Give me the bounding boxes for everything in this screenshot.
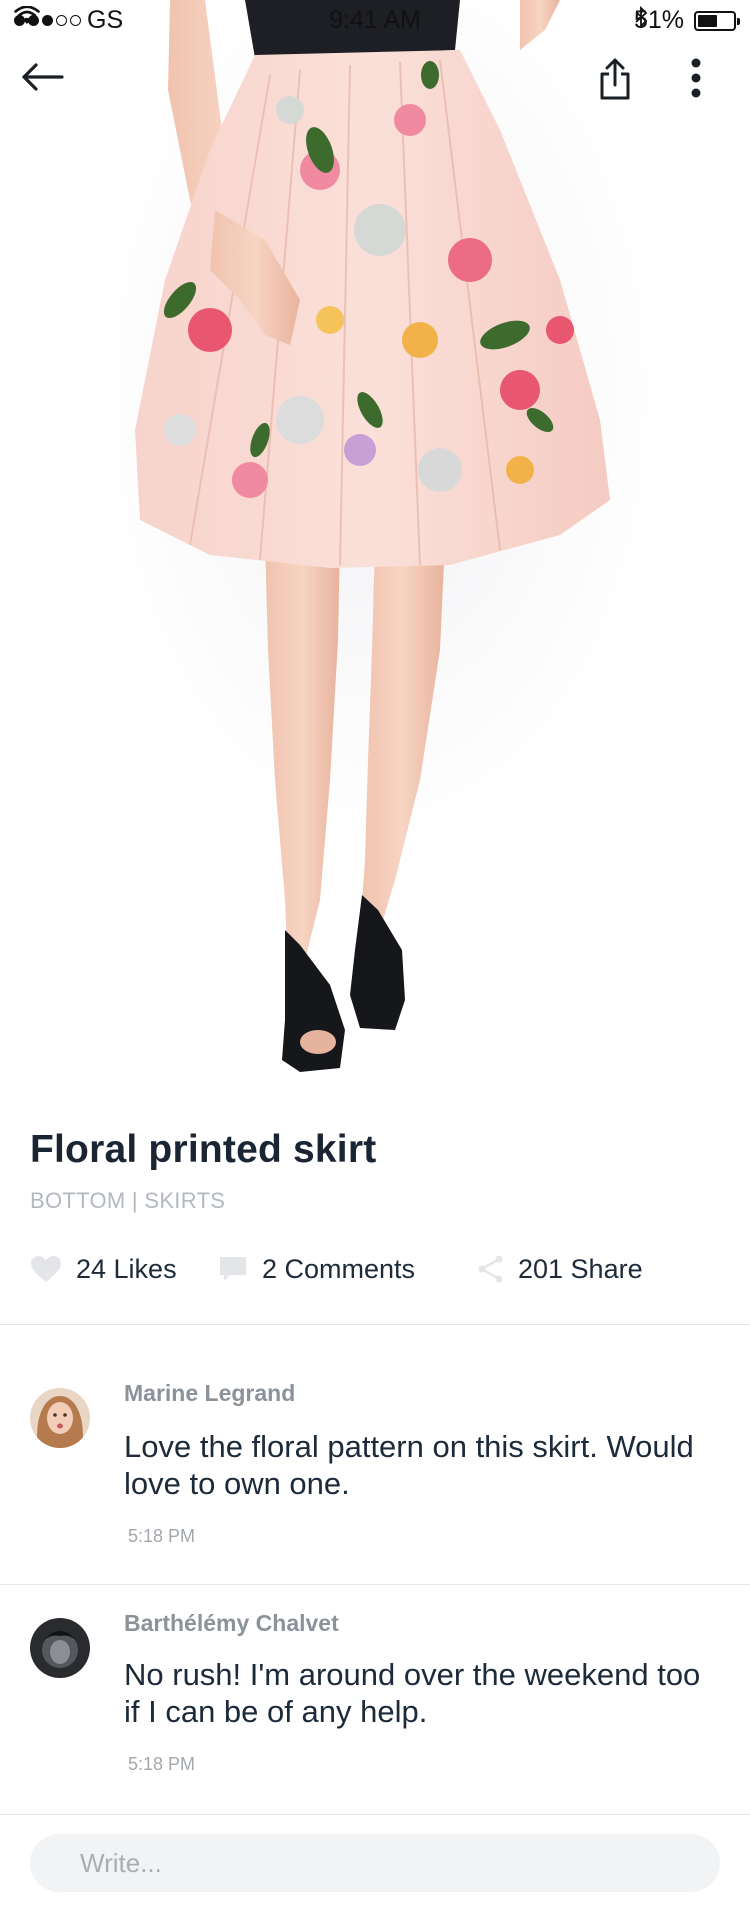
skirt-photo [50,0,710,1072]
product-category[interactable]: BOTTOM | SKIRTS [30,1188,225,1214]
comments-button[interactable]: 2 Comments [218,1248,415,1290]
comment-text: No rush! I'm around over the weekend too… [124,1657,701,1729]
share-nodes-icon [478,1255,503,1283]
avatar[interactable] [30,1618,90,1678]
engagement-stats: 24 Likes 2 Comments 201 Share [30,1248,730,1290]
shares-button[interactable]: 201 Share [478,1248,643,1290]
arrow-left-icon [22,63,64,91]
product-title: Floral printed skirt [30,1128,377,1171]
avatar-image [30,1618,90,1678]
product-image[interactable]: GS 9:41 AM 51% [0,0,750,1090]
back-button[interactable] [20,62,80,118]
share-button[interactable] [598,58,658,118]
comment-item: Barthélémy Chalvet No rush! I'm around o… [0,1584,750,1814]
divider [0,1814,750,1815]
comment-input[interactable] [30,1834,720,1892]
share-upload-icon [600,58,630,100]
avatar[interactable] [30,1388,90,1448]
heart-icon [31,1256,61,1282]
comment-author[interactable]: Marine Legrand [124,1380,295,1407]
comments-count: 2 Comments [262,1253,416,1284]
more-options-button[interactable] [690,58,740,118]
comment-item: Marine Legrand Love the floral pattern o… [0,1324,750,1584]
bluetooth-icon [635,6,648,28]
likes-button[interactable]: 24 Likes [30,1248,177,1290]
comment-text: Love the floral pattern on this skirt. W… [124,1429,694,1501]
comment-bubble-icon [220,1257,246,1281]
status-bar: GS 9:41 AM 51% [0,0,750,40]
comment-timestamp: 5:18 PM [128,1754,196,1774]
comment-timestamp: 5:18 PM [128,1526,196,1546]
comment-author[interactable]: Barthélémy Chalvet [124,1610,339,1637]
more-vertical-icon [691,58,701,98]
battery-icon [694,10,740,31]
comment-composer [30,1834,720,1892]
likes-count: 24 Likes [76,1253,177,1284]
avatar-image [30,1388,90,1448]
shares-count: 201 Share [518,1253,643,1284]
